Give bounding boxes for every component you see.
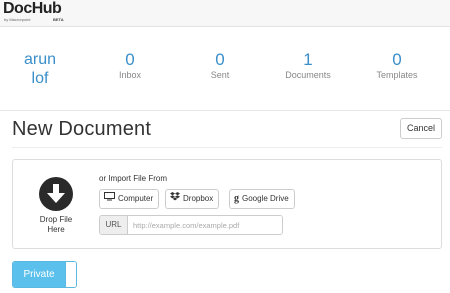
logo-byline: by Macrorpoint [4, 17, 31, 22]
cancel-button[interactable]: Cancel [400, 118, 442, 139]
stat-value: 0 [125, 50, 135, 69]
user-first-name: arun [23, 51, 57, 68]
stat-value: 1 [303, 50, 313, 69]
stat-label: Documents [285, 70, 331, 80]
drop-zone-label[interactable]: Drop File Here [28, 215, 84, 235]
stat-templates[interactable]: 0 Templates [357, 50, 437, 81]
stat-label: Sent [210, 70, 230, 80]
stat-value: 0 [392, 50, 402, 69]
stat-sent[interactable]: 0 Sent [180, 50, 260, 81]
import-google-drive-label: Google Drive [242, 194, 289, 203]
url-input-group: URL [99, 215, 283, 235]
logo-name: DocHub [3, 0, 62, 17]
toggle-knob[interactable] [65, 262, 76, 287]
url-input[interactable] [129, 216, 282, 234]
drop-label-line2: Here [47, 225, 65, 234]
import-computer-button[interactable]: Computer [99, 189, 160, 209]
drop-label-line1: Drop File [39, 215, 73, 224]
title-divider [12, 147, 442, 148]
url-addon: URL [100, 216, 128, 234]
header-divider [0, 110, 450, 111]
dochub-logo[interactable]: DocHub by Macrorpoint BETA [3, 0, 64, 23]
stats-bar: arun lof 0 Inbox 0 Sent 1 Documents 0 Te… [0, 50, 450, 90]
stat-label: Inbox [118, 70, 142, 80]
beta-badge: BETA [53, 17, 64, 22]
private-toggle[interactable]: Private [12, 261, 77, 288]
private-toggle-label: Private [13, 262, 65, 287]
google-drive-icon: g [234, 193, 239, 204]
dropbox-icon [170, 190, 180, 208]
import-google-drive-button[interactable]: g Google Drive [229, 189, 295, 209]
upload-panel: Drop File Here or Import File From Compu… [12, 159, 442, 249]
top-bar: DocHub by Macrorpoint BETA [0, 0, 450, 27]
import-computer-label: Computer [118, 194, 154, 203]
import-dropbox-label: Dropbox [183, 194, 214, 203]
import-label: or Import File From [99, 174, 168, 183]
import-dropbox-button[interactable]: Dropbox [165, 189, 220, 209]
user-last-name: lof [31, 70, 49, 87]
user-name[interactable]: arun lof [20, 50, 60, 88]
stat-value: 0 [215, 50, 225, 69]
stat-label: Templates [376, 70, 418, 80]
monitor-icon [104, 190, 115, 208]
stat-inbox[interactable]: 0 Inbox [90, 50, 170, 81]
download-arrow-icon[interactable] [39, 177, 73, 211]
page-title: New Document [12, 118, 152, 140]
stat-documents[interactable]: 1 Documents [268, 50, 348, 81]
